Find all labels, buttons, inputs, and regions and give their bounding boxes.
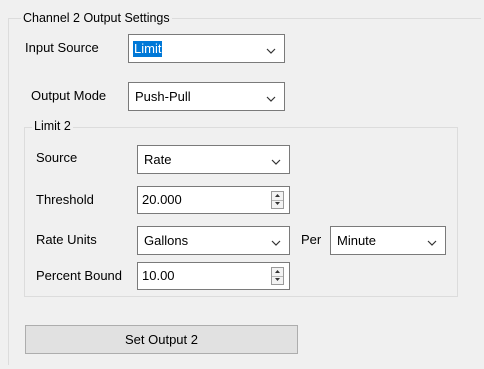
percent-bound-label: Percent Bound bbox=[36, 268, 123, 283]
per-value: Minute bbox=[337, 233, 377, 248]
per-dropdown[interactable]: Minute bbox=[330, 226, 446, 255]
threshold-value: 20.000 bbox=[142, 192, 182, 207]
rate-units-dropdown[interactable]: Gallons bbox=[137, 226, 290, 255]
percent-bound-spin-buttons bbox=[271, 267, 284, 285]
chevron-down-icon bbox=[266, 44, 276, 54]
percent-bound-spinbox[interactable]: 10.00 bbox=[137, 262, 290, 290]
rate-units-label: Rate Units bbox=[36, 232, 97, 247]
set-output-button[interactable]: Set Output 2 bbox=[25, 325, 298, 354]
per-label: Per bbox=[301, 232, 322, 247]
spin-down-icon[interactable] bbox=[272, 276, 283, 284]
input-source-dropdown[interactable]: Limit bbox=[128, 34, 285, 63]
output-mode-dropdown[interactable]: Push-Pull bbox=[128, 82, 285, 111]
source-value: Rate bbox=[144, 152, 172, 167]
chevron-down-icon bbox=[427, 236, 437, 246]
source-dropdown[interactable]: Rate bbox=[137, 145, 290, 174]
spin-down-icon[interactable] bbox=[272, 200, 283, 208]
percent-bound-value: 10.00 bbox=[142, 268, 175, 283]
channel-output-settings-title: Channel 2 Output Settings bbox=[21, 11, 172, 25]
rate-units-value: Gallons bbox=[144, 233, 189, 248]
output-mode-label: Output Mode bbox=[31, 88, 107, 103]
limit-group-title: Limit 2 bbox=[32, 119, 73, 133]
source-label: Source bbox=[36, 150, 78, 165]
threshold-spinbox[interactable]: 20.000 bbox=[137, 186, 290, 214]
chevron-down-icon bbox=[271, 236, 281, 246]
threshold-spin-buttons bbox=[271, 191, 284, 209]
output-mode-value: Push-Pull bbox=[135, 89, 191, 104]
threshold-label: Threshold bbox=[36, 192, 94, 207]
chevron-down-icon bbox=[271, 155, 281, 165]
input-source-value: Limit bbox=[133, 41, 163, 57]
input-source-label: Input Source bbox=[25, 40, 99, 55]
chevron-down-icon bbox=[266, 92, 276, 102]
